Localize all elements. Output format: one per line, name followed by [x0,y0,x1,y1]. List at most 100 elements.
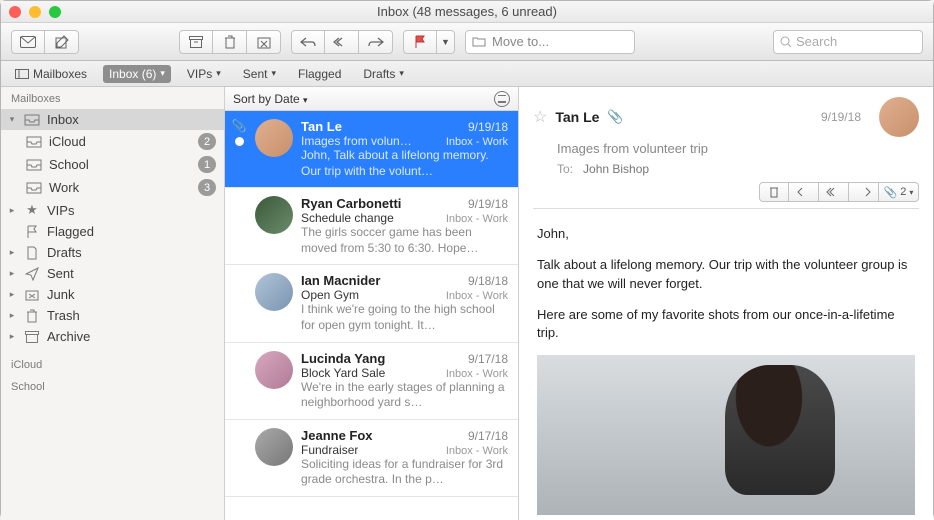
delete-button[interactable] [213,30,247,54]
move-to-dropdown[interactable]: Move to... [465,30,635,54]
archive-icon [23,331,41,343]
fav-vips[interactable]: VIPs ▾ [181,65,227,83]
inbox-icon [25,136,43,148]
message-row[interactable]: Ryan Carbonetti9/19/18Schedule changeInb… [225,188,518,265]
paperclip-icon: 📎 [884,186,898,199]
body-paragraph: John, [537,225,915,244]
reading-pane: ☆ Tan Le 📎 9/19/18 Images from volunteer… [519,87,933,520]
badge-count: 1 [198,156,216,173]
sidebar-drafts-label: Drafts [47,245,216,260]
trash-icon [23,309,41,323]
fav-drafts[interactable]: Drafts▾ [357,65,410,83]
sidebar-junk[interactable]: ▸Junk [1,284,224,305]
disclosure-triangle[interactable]: ▸ [7,247,17,258]
reader-delete-button[interactable] [759,182,789,202]
avatar [255,119,293,157]
sidebar-icloud-label: iCloud [49,134,192,149]
sidebar-sent-label: Sent [47,266,216,281]
message-subject: Block Yard Sale [301,366,385,380]
favorites-bar: Mailboxes Inbox (6)▾ VIPs▾ Sent▾ Flagged… [1,61,933,87]
document-icon [23,246,41,260]
avatar [879,97,919,137]
reader-forward-button[interactable] [849,182,879,202]
sidebar-archive-label: Archive [47,329,216,344]
sidebar-drafts[interactable]: ▸ Drafts [1,242,224,263]
avatar [255,273,293,311]
message-row[interactable]: 📎Tan Le9/19/18Images from volun…Inbox - … [225,111,518,188]
message-row[interactable]: Ian Macnider9/18/18Open GymInbox - WorkI… [225,265,518,342]
sidebar-inbox[interactable]: ▾Inbox [1,109,224,130]
disclosure-triangle[interactable]: ▸ [7,268,17,279]
flag-menu-button[interactable]: ▼ [437,30,455,54]
sidebar-school-label: School [49,157,192,172]
chevron-down-icon: ▾ [909,188,913,197]
reply-button[interactable] [291,30,325,54]
compose-button[interactable] [45,30,79,54]
disclosure-triangle[interactable]: ▸ [7,205,17,216]
sidebar-work-label: Work [49,180,192,195]
sort-bar[interactable]: Sort by Date ▾ [225,87,518,111]
reader-attachments-button[interactable]: 📎2▾ [879,182,919,202]
message-date: 9/18/18 [468,274,508,288]
filter-icon[interactable] [494,91,510,107]
fav-inbox[interactable]: Inbox (6) ▾ [103,65,171,83]
unread-dot [235,137,244,146]
sidebar-flagged[interactable]: Flagged [1,221,224,242]
chevron-down-icon: ▾ [303,95,308,105]
fav-flagged[interactable]: Flagged [292,65,347,83]
disclosure-triangle[interactable]: ▸ [7,331,17,342]
fav-sent-label: Sent [243,67,268,81]
disclosure-triangle[interactable]: ▸ [7,310,17,321]
sidebar-account-icloud[interactable]: iCloud [1,353,224,375]
reader-to[interactable]: John Bishop [583,162,649,176]
attachment-icon: 📎 [232,119,247,133]
fav-inbox-label: Inbox (6) [109,67,156,81]
reader-reply-all-button[interactable] [819,182,849,202]
reader-reply-button[interactable] [789,182,819,202]
flag-icon [23,225,41,239]
to-label: To: [557,162,573,176]
inbox-icon [25,182,43,194]
sidebar-icon [15,69,29,79]
sidebar-archive[interactable]: ▸ Archive [1,326,224,347]
sidebar-school[interactable]: School 1 [1,153,224,176]
flag-button[interactable] [403,30,437,54]
disclosure-triangle[interactable]: ▸ [7,289,17,300]
message-row[interactable]: Lucinda Yang9/17/18Block Yard SaleInbox … [225,343,518,420]
mailboxes-toggle[interactable]: Mailboxes [9,65,93,83]
forward-button[interactable] [359,30,393,54]
reply-all-button[interactable] [325,30,359,54]
reader-date: 9/19/18 [821,110,861,124]
sort-label: Sort by Date [233,92,300,106]
mailboxes-label: Mailboxes [33,67,87,81]
move-to-label: Move to... [492,34,549,49]
sidebar-account-school[interactable]: School [1,375,224,397]
fav-sent[interactable]: Sent▾ [237,65,282,83]
sidebar-work[interactable]: Work3 [1,176,224,199]
sidebar-trash[interactable]: ▸Trash [1,305,224,326]
fav-vips-label: VIPs [187,67,212,81]
inbox-icon [25,159,43,171]
junk-icon [23,289,41,301]
sidebar-icloud[interactable]: iCloud2 [1,130,224,153]
message-mailbox-tag: Inbox - Work [446,368,508,380]
message-mailbox-tag: Inbox - Work [446,445,508,457]
message-row[interactable]: Jeanne Fox9/17/18FundraiserInbox - WorkS… [225,420,518,497]
chevron-down-icon: ▾ [271,68,276,79]
attachment-image[interactable] [537,355,915,515]
get-mail-button[interactable] [11,30,45,54]
disclosure-triangle[interactable]: ▾ [7,114,17,125]
search-field[interactable]: Search [773,30,923,54]
vip-star-icon[interactable]: ☆ [533,107,547,127]
message-sender: Lucinda Yang [301,351,385,366]
message-sender: Tan Le [301,119,342,134]
archive-button[interactable] [179,30,213,54]
sidebar-flagged-label: Flagged [47,224,216,239]
sidebar-sent[interactable]: ▸ Sent [1,263,224,284]
chevron-down-icon: ▾ [216,68,221,79]
sidebar-vips[interactable]: ▸★VIPs [1,199,224,221]
titlebar: Inbox (48 messages, 6 unread) [1,1,933,23]
chevron-down-icon: ▾ [160,68,165,79]
junk-button[interactable] [247,30,281,54]
attachment-count: 2 [900,186,906,198]
